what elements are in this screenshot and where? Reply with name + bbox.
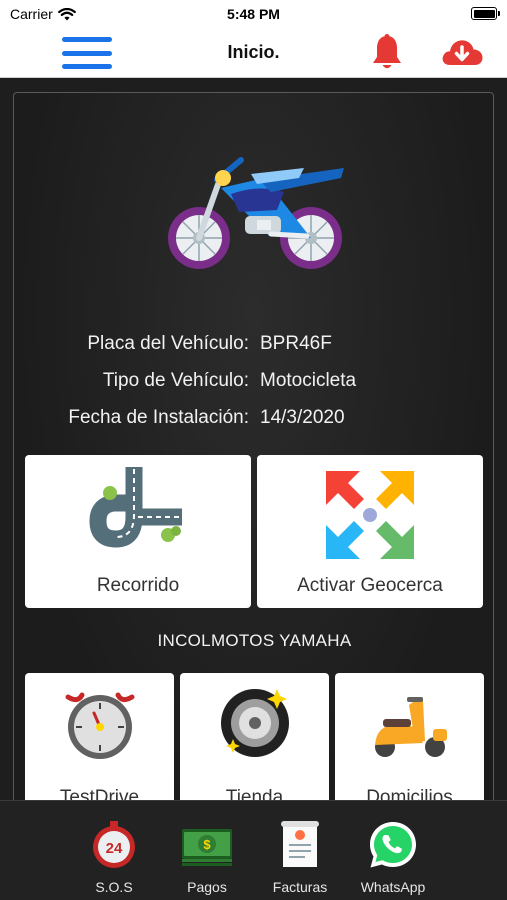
svg-text:24: 24: [106, 840, 123, 857]
bell-icon[interactable]: [368, 33, 406, 73]
tab-invoices[interactable]: Facturas: [255, 801, 345, 900]
main-panel: Placa del Vehículo: BPR46F Tipo de Vehíc…: [13, 92, 494, 832]
arrows-icon: [326, 471, 414, 559]
vehicle-type-value: Motocicleta: [260, 370, 357, 391]
geofence-card[interactable]: Activar Geocerca: [257, 455, 483, 608]
dealer-title: INCOLMOTOS YAMAHA: [157, 631, 352, 650]
geofence-label: Activar Geocerca: [297, 575, 443, 596]
menu-line: [62, 64, 112, 69]
install-date-label: Fecha de Instalación:: [68, 407, 249, 428]
plate-value: BPR46F: [260, 333, 332, 354]
whatsapp-icon: [370, 822, 416, 868]
speedometer-icon: [65, 692, 135, 759]
cloud-download-icon[interactable]: [440, 35, 484, 71]
install-date-value: 14/3/2020: [260, 407, 345, 428]
bottom-tab-bar: 24 S.O.S $ Pagos Facturas WhatsApp: [0, 800, 507, 900]
sos-24-icon: 24: [93, 821, 135, 868]
tab-sos[interactable]: 24 S.O.S: [69, 801, 159, 900]
route-label: Recorrido: [96, 575, 180, 596]
status-time: 5:48 PM: [227, 6, 280, 22]
route-card[interactable]: Recorrido: [25, 455, 251, 608]
tab-sos-label: S.O.S: [95, 879, 133, 895]
page-title: Inicio.: [227, 42, 280, 62]
tab-payments[interactable]: $ Pagos: [162, 801, 252, 900]
svg-text:$: $: [203, 837, 211, 852]
tab-payments-label: Pagos: [187, 879, 227, 895]
tab-whatsapp-label: WhatsApp: [360, 879, 426, 895]
money-icon: $: [182, 829, 232, 866]
motorcycle-icon: [168, 157, 344, 269]
tire-icon: [221, 689, 289, 757]
tab-invoices-label: Facturas: [272, 879, 328, 895]
nav-bar: Inicio.: [0, 28, 507, 78]
plate-label: Placa del Vehículo:: [87, 333, 249, 354]
battery-fill: [473, 9, 495, 18]
vehicle-type-label: Tipo de Vehículo:: [102, 370, 249, 391]
tab-whatsapp[interactable]: WhatsApp: [348, 801, 438, 900]
invoice-icon: [281, 821, 319, 867]
route-icon: [89, 467, 182, 548]
scooter-icon: [375, 697, 447, 757]
battery-icon: [471, 7, 500, 20]
status-bar: Carrier 5:48 PM: [0, 0, 507, 28]
